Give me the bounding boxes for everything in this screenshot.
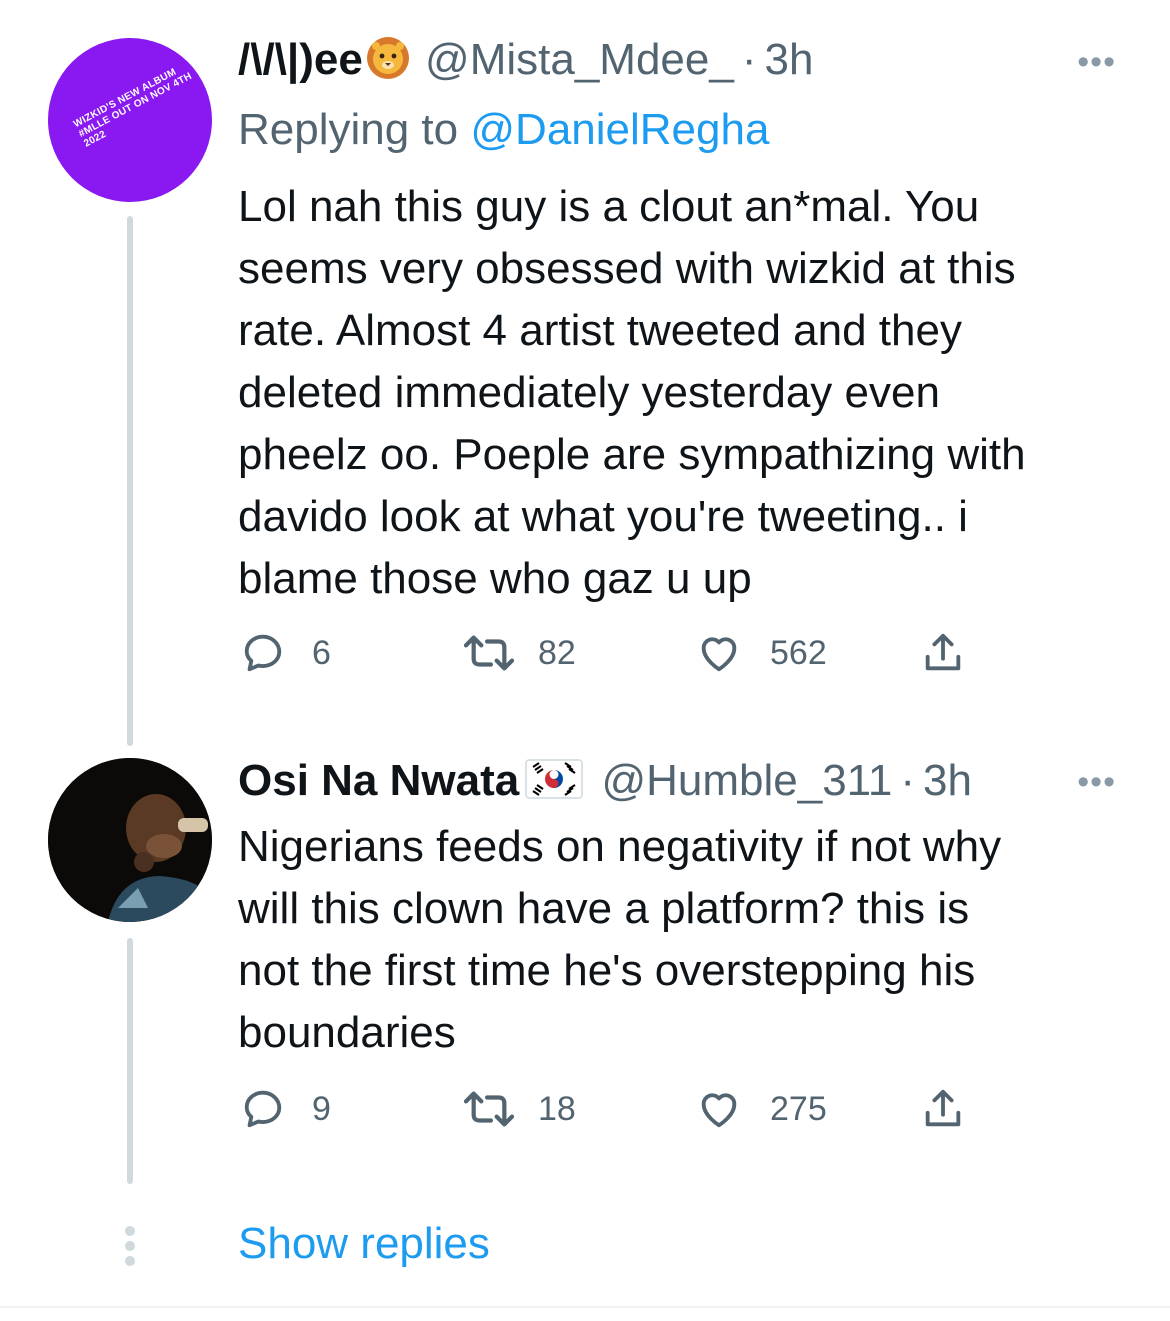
display-name[interactable]: Osi Na Nwata <box>238 756 519 805</box>
separator-dot: · <box>900 756 916 805</box>
tweet-text-line: rate. Almost 4 artist tweeted and they <box>238 306 962 355</box>
avatar-caption: WIZKID'S NEW ALBUM #MLLE OUT ON NOV 4TH … <box>71 66 194 150</box>
retweet-icon <box>463 635 515 671</box>
avatar[interactable]: WIZKID'S NEW ALBUM #MLLE OUT ON NOV 4TH … <box>48 38 212 202</box>
heart-icon <box>701 637 737 672</box>
tweet-actions: 9 18 275 <box>240 1086 980 1136</box>
tweet-text-line: pheelz oo. Poeple are sympathizing with <box>238 430 1026 479</box>
heart-icon <box>701 1093 737 1128</box>
tweet-text-line: deleted immediately yesterday even <box>238 368 940 417</box>
reply-count: 9 <box>312 1089 331 1128</box>
replying-to-mention[interactable]: @DanielRegha <box>470 105 769 154</box>
tweet-text-line: blame those who gaz u up <box>238 554 752 603</box>
south-korea-flag-icon <box>525 759 583 799</box>
tweet-header: /\/\|)ee @Mista_Mdee_ · 3h <box>238 34 813 86</box>
tweet-text-line: Lol nah this guy is a clout an*mal. You <box>238 182 980 231</box>
reply-button[interactable]: 6 <box>240 630 331 676</box>
thread-line <box>127 938 133 1184</box>
tweet-header: Osi Na Nwata @Humble_311 · 3h <box>238 755 972 807</box>
like-button[interactable]: 562 <box>696 630 827 676</box>
more-options-icon[interactable]: ••• <box>1077 765 1116 799</box>
replying-to-label: Replying to <box>238 105 459 154</box>
reply-count: 6 <box>312 633 331 672</box>
tweet-text-line: seems very obsessed with wizkid at this <box>238 244 1016 293</box>
tweet-text: Nigerians feeds on negativity if not why… <box>238 816 1108 1064</box>
display-name[interactable]: /\/\|)ee <box>238 35 363 84</box>
retweet-button[interactable]: 82 <box>462 630 576 676</box>
retweet-icon <box>463 1091 515 1127</box>
retweet-button[interactable]: 18 <box>462 1086 576 1132</box>
tweet-text-line: boundaries <box>238 1008 456 1057</box>
share-button[interactable] <box>920 1086 966 1132</box>
avatar-photo <box>48 758 212 922</box>
like-count: 562 <box>770 633 827 672</box>
retweet-count: 18 <box>538 1089 576 1128</box>
share-icon <box>925 1089 961 1127</box>
thread-continue-dots-icon <box>122 1226 138 1271</box>
tweet-text-line: davido look at what you're tweeting.. i <box>238 492 968 541</box>
lion-face-icon <box>366 37 409 79</box>
reply-button[interactable]: 9 <box>240 1086 331 1132</box>
user-handle[interactable]: @Mista_Mdee_ <box>425 35 734 84</box>
tweet-text-line: Nigerians feeds on negativity if not why <box>238 822 1002 871</box>
share-button[interactable] <box>920 630 966 676</box>
more-options-icon[interactable]: ••• <box>1077 45 1116 79</box>
avatar[interactable] <box>48 758 212 922</box>
divider <box>0 1306 1170 1308</box>
tweet-time[interactable]: 3h <box>923 756 972 805</box>
like-count: 275 <box>770 1089 827 1128</box>
reply-icon <box>244 1090 282 1128</box>
tweet-text-line: not the first time he's overstepping his <box>238 946 976 995</box>
replying-to: Replying to @DanielRegha <box>238 104 769 156</box>
user-handle[interactable]: @Humble_311 <box>601 756 892 805</box>
show-replies-link[interactable]: Show replies <box>238 1216 490 1272</box>
retweet-count: 82 <box>538 633 576 672</box>
tweet-actions: 6 82 562 <box>240 630 980 680</box>
thread-line <box>127 216 133 746</box>
reply-icon <box>244 634 282 672</box>
tweet-text: Lol nah this guy is a clout an*mal. You … <box>238 176 1108 610</box>
tweet-time[interactable]: 3h <box>765 35 814 84</box>
share-icon <box>925 633 961 671</box>
like-button[interactable]: 275 <box>696 1086 827 1132</box>
tweet-text-line: will this clown have a platform? this is <box>238 884 970 933</box>
separator-dot: · <box>741 35 757 84</box>
